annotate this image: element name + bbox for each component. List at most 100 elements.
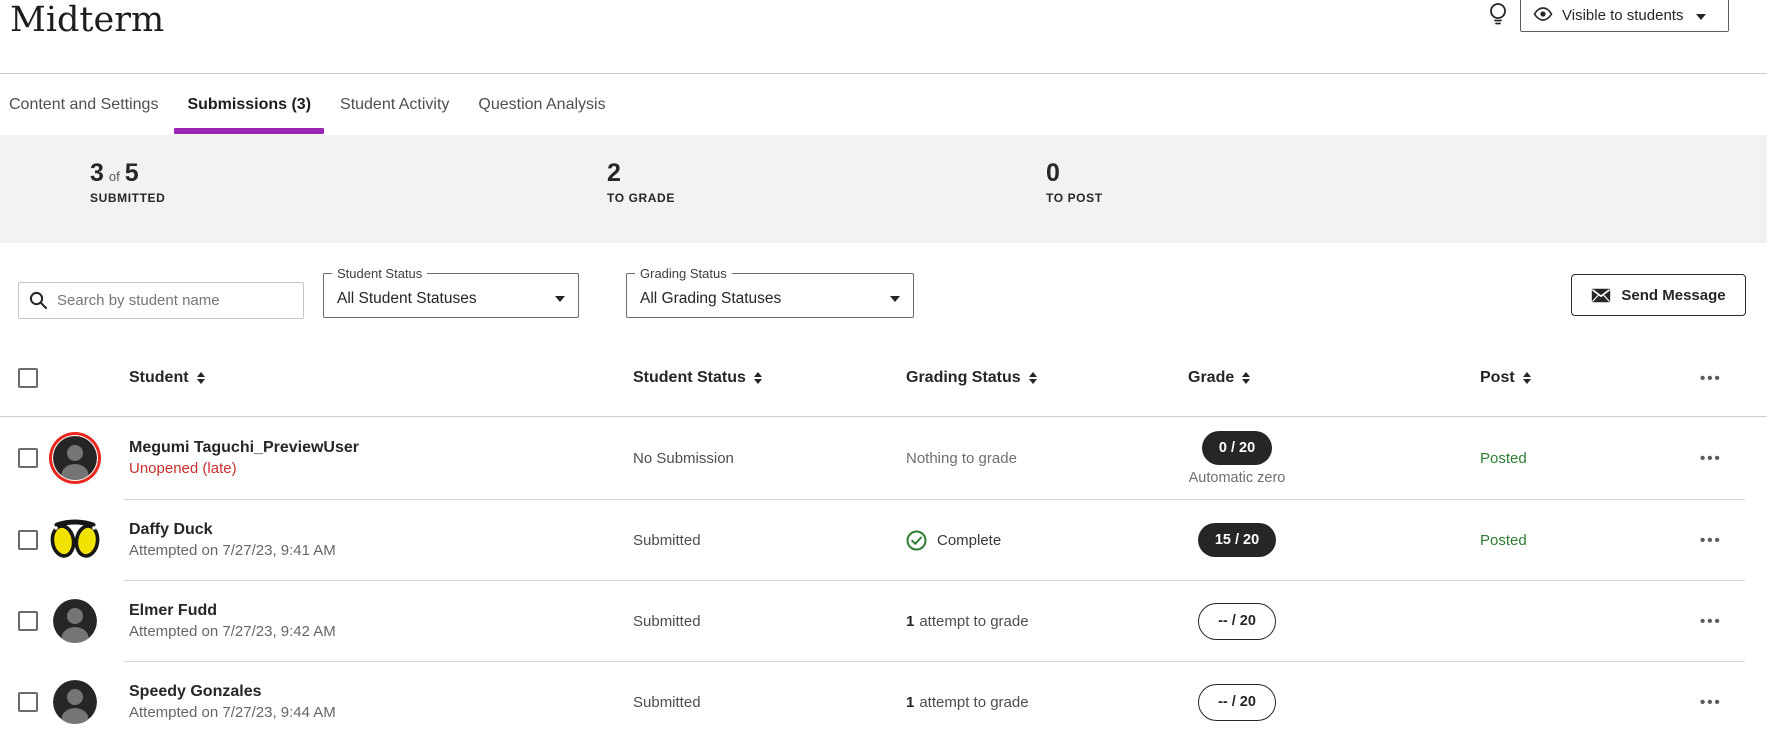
envelope-icon [1591, 288, 1611, 303]
grading-status-filter-label: Grading Status [635, 266, 732, 281]
table-row[interactable]: Megumi Taguchi_PreviewUser Unopened (lat… [0, 417, 1767, 499]
student-status-cell: Submitted [633, 499, 701, 581]
grading-status-filter-value: All Grading Statuses [640, 290, 781, 308]
column-header-grading-status[interactable]: Grading Status [906, 340, 1037, 416]
submitted-total: 5 [125, 159, 139, 188]
sort-icon [1029, 372, 1037, 384]
person-silhouette-icon [53, 599, 97, 643]
student-name[interactable]: Daffy Duck [129, 521, 336, 539]
row-options-icon[interactable]: ••• [1700, 417, 1722, 499]
column-label: Post [1480, 369, 1515, 387]
to-grade-count: 2 [607, 159, 621, 188]
grade-pill[interactable]: 15 / 20 [1198, 523, 1276, 557]
tab-content-and-settings[interactable]: Content and Settings [9, 96, 158, 114]
tab-question-analysis[interactable]: Question Analysis [478, 96, 605, 114]
student-name[interactable]: Megumi Taguchi_PreviewUser [129, 439, 359, 457]
send-message-button[interactable]: Send Message [1571, 274, 1746, 316]
send-message-label: Send Message [1621, 287, 1725, 304]
table-row[interactable]: Daffy Duck Attempted on 7/27/23, 9:41 AM… [0, 499, 1767, 581]
student-status-filter[interactable]: Student Status All Student Statuses [323, 266, 579, 318]
student-status-cell: Submitted [633, 661, 701, 738]
grading-status-cell: Complete [906, 499, 1001, 581]
avatar [53, 680, 97, 724]
row-checkbox[interactable] [18, 530, 38, 550]
student-subtitle: Unopened (late) [129, 460, 359, 477]
sort-icon [197, 372, 205, 384]
student-status-cell: Submitted [633, 580, 701, 662]
attempt-count: 1 [906, 613, 914, 630]
grade-pill[interactable]: -- / 20 [1198, 684, 1276, 721]
row-checkbox[interactable] [18, 448, 38, 468]
table-options-icon[interactable]: ••• [1700, 340, 1722, 416]
visibility-button[interactable]: Visible to students [1520, 0, 1729, 32]
check-circle-icon [906, 530, 927, 551]
chevron-down-icon [1696, 14, 1706, 20]
table-row[interactable]: Elmer Fudd Attempted on 7/27/23, 9:42 AM… [0, 580, 1767, 662]
post-status: Posted [1480, 417, 1527, 499]
tab-submissions[interactable]: Submissions (3) [187, 96, 311, 114]
avatar [53, 599, 97, 643]
column-label: Student [129, 369, 189, 387]
row-options-icon[interactable]: ••• [1700, 499, 1722, 581]
stat-label: TO POST [1046, 191, 1103, 205]
student-status-cell: No Submission [633, 417, 734, 499]
student-subtitle: Attempted on 7/27/23, 9:44 AM [129, 704, 336, 721]
row-options-icon[interactable]: ••• [1700, 580, 1722, 662]
grade-pill[interactable]: -- / 20 [1198, 603, 1276, 640]
stats-bar: 3 of 5 SUBMITTED 2 TO GRADE 0 TO POST [0, 135, 1767, 243]
column-header-student[interactable]: Student [129, 340, 205, 416]
grade-pill[interactable]: 0 / 20 [1202, 431, 1272, 465]
avatar [53, 436, 97, 480]
search-box [18, 282, 304, 319]
person-silhouette-icon [53, 436, 97, 480]
chevron-down-icon [890, 296, 900, 302]
column-label: Grade [1188, 369, 1234, 387]
student-subtitle: Attempted on 7/27/23, 9:41 AM [129, 542, 336, 559]
post-status: Posted [1480, 499, 1527, 581]
grading-status-cell: 1 attempt to grade [906, 661, 1029, 738]
eye-icon [1533, 6, 1553, 22]
stat-label: TO GRADE [607, 191, 675, 205]
lightbulb-icon[interactable] [1487, 2, 1509, 28]
select-all-checkbox[interactable] [18, 368, 38, 388]
student-status-filter-value: All Student Statuses [337, 290, 477, 308]
attempt-count: 1 [906, 694, 914, 711]
avatar [49, 517, 101, 563]
column-header-grade[interactable]: Grade [1188, 340, 1250, 416]
grading-status-filter[interactable]: Grading Status All Grading Statuses [626, 266, 914, 318]
header-divider [0, 73, 1767, 74]
sort-icon [1523, 372, 1531, 384]
grade-note: Automatic zero [1189, 470, 1286, 486]
grading-status-cell: 1 attempt to grade [906, 580, 1029, 662]
grading-status-cell: Nothing to grade [906, 417, 1017, 499]
table-row[interactable]: Speedy Gonzales Attempted on 7/27/23, 9:… [0, 661, 1767, 738]
column-label: Grading Status [906, 369, 1021, 387]
chevron-down-icon [555, 296, 565, 302]
visibility-label: Visible to students [1562, 7, 1683, 25]
sort-icon [754, 372, 762, 384]
stat-submitted: 3 of 5 SUBMITTED [90, 159, 165, 205]
table-header: Student Student Status Grading Status Gr… [0, 340, 1767, 417]
sort-icon [1242, 372, 1250, 384]
row-checkbox[interactable] [18, 611, 38, 631]
search-input[interactable] [57, 292, 293, 309]
submitted-of: of [109, 169, 120, 184]
to-post-count: 0 [1046, 159, 1060, 188]
tab-student-activity[interactable]: Student Activity [340, 96, 449, 114]
column-header-post[interactable]: Post [1480, 340, 1531, 416]
student-name[interactable]: Elmer Fudd [129, 602, 336, 620]
row-options-icon[interactable]: ••• [1700, 661, 1722, 738]
stat-to-post: 0 TO POST [1046, 159, 1103, 205]
student-status-filter-label: Student Status [332, 266, 427, 281]
page-title: Midterm [10, 0, 164, 40]
student-subtitle: Attempted on 7/27/23, 9:42 AM [129, 623, 336, 640]
column-header-student-status[interactable]: Student Status [633, 340, 762, 416]
stat-to-grade: 2 TO GRADE [607, 159, 675, 205]
grading-status-label: attempt to grade [919, 694, 1028, 711]
grading-status-label: attempt to grade [919, 613, 1028, 630]
student-name[interactable]: Speedy Gonzales [129, 683, 336, 701]
search-icon [29, 291, 48, 310]
row-checkbox[interactable] [18, 692, 38, 712]
submitted-count: 3 [90, 159, 104, 188]
stat-label: SUBMITTED [90, 191, 165, 205]
